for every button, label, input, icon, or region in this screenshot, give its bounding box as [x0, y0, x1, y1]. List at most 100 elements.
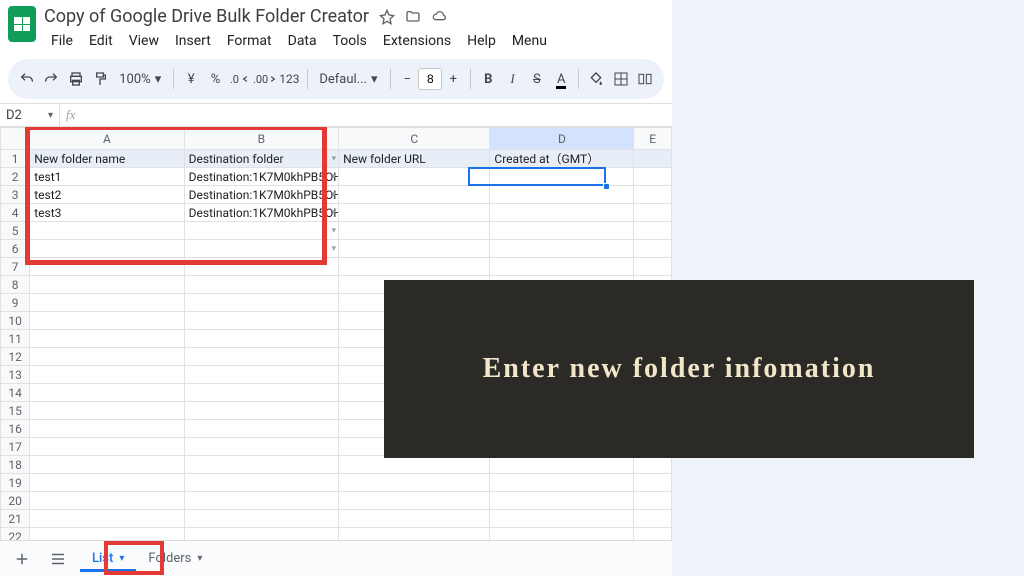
row-header[interactable]: 20: [1, 492, 30, 510]
cell[interactable]: [634, 168, 672, 186]
cell[interactable]: Destination:1K7M0khPB5OHdtc▾: [184, 186, 338, 204]
select-all-corner[interactable]: [1, 128, 30, 150]
fill-color-button[interactable]: [585, 65, 607, 93]
font-dropdown[interactable]: Defaul...▾: [313, 65, 383, 93]
cell[interactable]: [30, 384, 184, 402]
cell[interactable]: [339, 240, 490, 258]
cell[interactable]: [184, 492, 338, 510]
cell[interactable]: [490, 186, 634, 204]
menu-view[interactable]: View: [122, 29, 166, 53]
italic-button[interactable]: I: [501, 65, 523, 93]
bold-button[interactable]: B: [477, 65, 499, 93]
col-header-B[interactable]: B: [184, 128, 338, 150]
cell[interactable]: [490, 168, 634, 186]
cell[interactable]: [184, 366, 338, 384]
cell[interactable]: [30, 420, 184, 438]
cell[interactable]: [634, 510, 672, 528]
all-sheets-button[interactable]: [44, 545, 72, 573]
menu-data[interactable]: Data: [281, 29, 324, 53]
increase-decimal-button[interactable]: .00: [253, 65, 276, 93]
row-header[interactable]: 13: [1, 366, 30, 384]
row-header[interactable]: 2: [1, 168, 30, 186]
row-header[interactable]: 1: [1, 150, 30, 168]
cell[interactable]: Destination folder▾: [184, 150, 338, 168]
cell[interactable]: [184, 330, 338, 348]
cell[interactable]: Destination:1K7M0khPB5OHdtc▾: [184, 204, 338, 222]
cell[interactable]: [30, 348, 184, 366]
cell[interactable]: [30, 528, 184, 541]
cell[interactable]: [184, 528, 338, 541]
cell[interactable]: [184, 456, 338, 474]
row-header[interactable]: 21: [1, 510, 30, 528]
cell[interactable]: [184, 420, 338, 438]
number-format-button[interactable]: 123: [278, 65, 300, 93]
cell[interactable]: [184, 312, 338, 330]
cell[interactable]: test1: [30, 168, 184, 186]
cell[interactable]: [30, 366, 184, 384]
menu-edit[interactable]: Edit: [82, 29, 120, 53]
cell[interactable]: [634, 222, 672, 240]
col-header-D[interactable]: D: [490, 128, 634, 150]
move-folder-icon[interactable]: [405, 9, 421, 25]
fontsize-decrease-button[interactable]: −: [396, 68, 418, 90]
cell[interactable]: [339, 258, 490, 276]
strikethrough-button[interactable]: S: [526, 65, 548, 93]
cell[interactable]: [184, 510, 338, 528]
row-header[interactable]: 11: [1, 330, 30, 348]
cell[interactable]: Destination:1K7M0khPB5OHdtc▾: [184, 168, 338, 186]
cell[interactable]: [184, 438, 338, 456]
cell[interactable]: [339, 222, 490, 240]
cell[interactable]: [490, 474, 634, 492]
cell[interactable]: [30, 240, 184, 258]
row-header[interactable]: 12: [1, 348, 30, 366]
row-header[interactable]: 6: [1, 240, 30, 258]
cell[interactable]: [184, 348, 338, 366]
row-header[interactable]: 14: [1, 384, 30, 402]
cell[interactable]: [634, 528, 672, 541]
star-icon[interactable]: [379, 9, 395, 25]
menu-insert[interactable]: Insert: [168, 29, 218, 53]
cell[interactable]: [30, 312, 184, 330]
cell[interactable]: [339, 168, 490, 186]
cell[interactable]: [30, 276, 184, 294]
cell[interactable]: [634, 204, 672, 222]
sheets-logo[interactable]: [8, 6, 36, 42]
cell[interactable]: [30, 492, 184, 510]
cell[interactable]: [184, 276, 338, 294]
cell[interactable]: [184, 258, 338, 276]
row-header[interactable]: 10: [1, 312, 30, 330]
cell[interactable]: [634, 474, 672, 492]
cell[interactable]: [339, 204, 490, 222]
cell[interactable]: [634, 240, 672, 258]
cell[interactable]: [490, 240, 634, 258]
cell[interactable]: [490, 258, 634, 276]
cell[interactable]: [30, 294, 184, 312]
print-button[interactable]: [65, 65, 87, 93]
cloud-status-icon[interactable]: [431, 9, 449, 25]
cell[interactable]: [490, 492, 634, 510]
row-header[interactable]: 8: [1, 276, 30, 294]
row-header[interactable]: 17: [1, 438, 30, 456]
row-header[interactable]: 15: [1, 402, 30, 420]
cell[interactable]: [30, 474, 184, 492]
cell[interactable]: ▾: [184, 240, 338, 258]
cell[interactable]: [30, 402, 184, 420]
menu-tools[interactable]: Tools: [326, 29, 374, 53]
cell[interactable]: [634, 492, 672, 510]
cell[interactable]: [184, 474, 338, 492]
cell[interactable]: [634, 186, 672, 204]
cell[interactable]: [490, 456, 634, 474]
undo-button[interactable]: [16, 65, 38, 93]
cell[interactable]: [339, 456, 490, 474]
row-header[interactable]: 18: [1, 456, 30, 474]
cell[interactable]: test2: [30, 186, 184, 204]
cell[interactable]: [490, 222, 634, 240]
menu-format[interactable]: Format: [220, 29, 279, 53]
row-header[interactable]: 9: [1, 294, 30, 312]
currency-button[interactable]: ¥: [180, 65, 202, 93]
cell[interactable]: [339, 474, 490, 492]
col-header-E[interactable]: E: [634, 128, 672, 150]
cell[interactable]: New folder URL: [339, 150, 490, 168]
row-header[interactable]: 4: [1, 204, 30, 222]
row-header[interactable]: 22: [1, 528, 30, 541]
